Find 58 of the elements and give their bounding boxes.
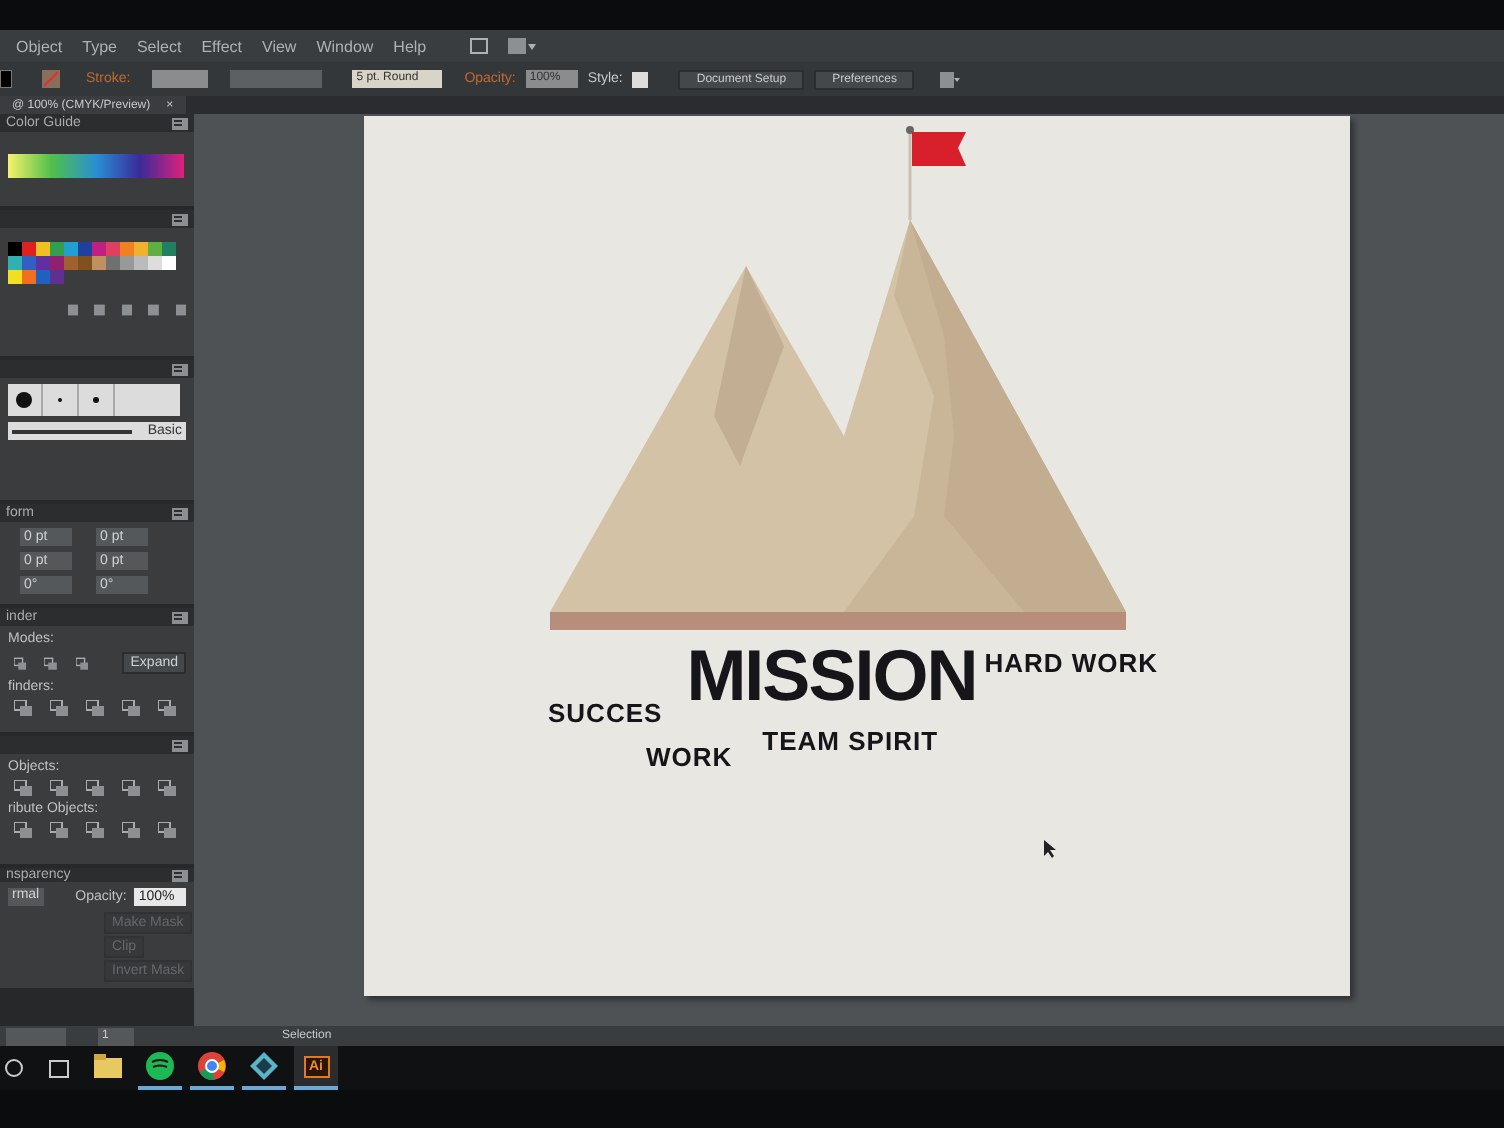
style-swatch-icon[interactable] xyxy=(632,71,649,87)
shape-mode-icon[interactable] xyxy=(86,700,104,716)
stroke-swatch-icon[interactable] xyxy=(42,70,60,88)
word-text: TEAM SPIRIT xyxy=(762,728,939,754)
panel-options-icon[interactable] xyxy=(940,71,961,87)
menu-item[interactable]: Object xyxy=(16,37,63,55)
panel-menu-icon[interactable] xyxy=(172,611,188,623)
menu-item[interactable]: View xyxy=(262,37,297,55)
swatch-tool-icon[interactable] xyxy=(148,304,160,316)
swatch-tool-icon[interactable] xyxy=(175,304,187,316)
word-text: HARD WORK xyxy=(984,650,1159,676)
zoom-field[interactable] xyxy=(6,1027,66,1045)
word-text: SUCCES xyxy=(548,700,663,726)
headline-text: MISSION xyxy=(686,640,977,712)
workspace-icon[interactable] xyxy=(508,38,537,54)
shape-mode-icon[interactable] xyxy=(75,655,89,671)
task-view-icon[interactable] xyxy=(48,1059,70,1077)
panel-menu-icon[interactable] xyxy=(172,739,188,751)
swatch-tool-icon[interactable] xyxy=(68,304,79,316)
shape-mode-icon[interactable] xyxy=(158,822,176,838)
menu-item[interactable]: Help xyxy=(393,37,427,55)
shape-mode-icon[interactable] xyxy=(122,822,140,838)
panel-menu-icon[interactable] xyxy=(172,869,188,881)
shape-mode-icon[interactable] xyxy=(50,780,68,796)
shape-mode-icon[interactable] xyxy=(14,655,27,671)
panel-menu-icon[interactable] xyxy=(172,213,188,225)
panel-menu-icon[interactable] xyxy=(172,117,188,129)
shape-mode-icon[interactable] xyxy=(158,700,176,716)
folder-icon xyxy=(92,1050,124,1082)
shape-mode-icon[interactable] xyxy=(50,700,68,716)
swatch-tool-icon[interactable] xyxy=(121,304,133,316)
brush-presets-drawing[interactable] xyxy=(8,384,180,416)
menu-item[interactable]: Type xyxy=(82,37,117,55)
menu-item[interactable]: Effect xyxy=(201,37,243,55)
diamond-icon xyxy=(248,1050,280,1082)
arrange-icon[interactable] xyxy=(470,38,489,54)
shape-mode-icon[interactable] xyxy=(14,822,32,838)
browser-icon xyxy=(196,1050,228,1082)
panel-menu-icon[interactable] xyxy=(172,507,188,519)
fill-swatch-icon[interactable] xyxy=(0,70,12,88)
shape-mode-icon[interactable] xyxy=(50,822,68,838)
panel-menu-icon[interactable] xyxy=(172,363,188,375)
brush-stroke-icon xyxy=(12,427,132,435)
shape-mode-icon[interactable] xyxy=(44,655,58,671)
shape-mode-icon[interactable] xyxy=(158,780,176,796)
stroke-weight-field[interactable] xyxy=(152,70,209,88)
shape-mode-icon[interactable] xyxy=(86,822,104,838)
menu-item[interactable]: Select xyxy=(136,37,182,55)
cursor-icon xyxy=(1044,840,1056,858)
word-text: WORK xyxy=(646,744,733,770)
shape-mode-icon[interactable] xyxy=(86,780,104,796)
shape-mode-icon[interactable] xyxy=(14,700,32,716)
search-icon[interactable] xyxy=(4,1058,24,1078)
shape-mode-icon[interactable] xyxy=(122,780,140,796)
swatch-tool-icon[interactable] xyxy=(94,304,106,316)
shape-mode-icon[interactable] xyxy=(122,700,140,716)
menu-item[interactable]: Window xyxy=(316,37,374,55)
shape-mode-icon[interactable] xyxy=(14,780,32,796)
